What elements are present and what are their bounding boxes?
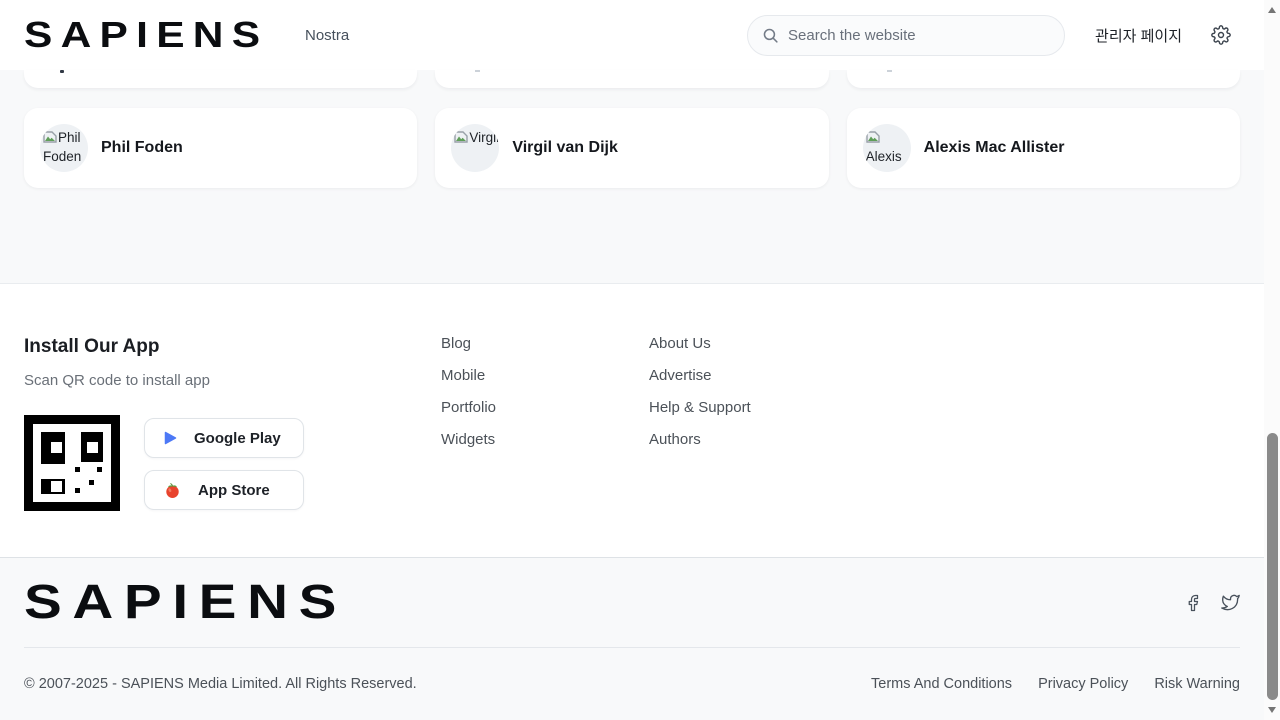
avatar: Phil Foden: [40, 124, 88, 172]
truncated-text-fragment: [60, 70, 64, 73]
install-app-title: Install Our App: [24, 336, 441, 358]
footer-link-about-us[interactable]: About Us: [649, 336, 711, 352]
play-icon: [164, 431, 177, 445]
apple-icon: [164, 482, 181, 499]
google-play-label: Google Play: [194, 430, 281, 447]
footer-link-advertise[interactable]: Advertise: [649, 368, 712, 384]
risk-warning-link[interactable]: Risk Warning: [1154, 676, 1240, 692]
footer: Install Our App Scan QR code to install …: [0, 283, 1264, 557]
scroll-area: SAPIENS Nostra 관리자 페이지: [0, 0, 1264, 720]
broken-image-icon: [43, 131, 57, 143]
avatar-alt-text: Virgil: [469, 130, 499, 145]
facebook-link[interactable]: [1184, 594, 1202, 612]
player-card[interactable]: Phil Foden Phil Foden: [24, 108, 417, 188]
footer-link-mobile[interactable]: Mobile: [441, 368, 485, 384]
player-name: Phil Foden: [101, 139, 183, 157]
navbar-logo-text: SAPIENS: [24, 17, 268, 53]
legal-links: Terms And Conditions Privacy Policy Risk…: [871, 676, 1240, 692]
qr-code-image: [24, 415, 120, 511]
search-icon: [762, 27, 779, 44]
footer-link-authors[interactable]: Authors: [649, 432, 701, 448]
gear-icon: [1211, 25, 1231, 45]
player-card[interactable]: Alexis Alexis Mac Allister: [847, 108, 1240, 188]
player-name: Alexis Mac Allister: [924, 139, 1065, 157]
avatar: Virgil: [451, 124, 499, 172]
scroll-down-button[interactable]: [1268, 707, 1276, 713]
footer-logo[interactable]: SAPIENS: [24, 579, 360, 627]
partial-card[interactable]: [24, 70, 417, 88]
install-app-subtitle: Scan QR code to install app: [24, 372, 441, 389]
social-links: [1184, 593, 1240, 612]
footer-links-column-1: Blog Mobile Portfolio Widgets: [441, 336, 649, 557]
broken-image-icon: [866, 131, 880, 143]
partial-card-row: [24, 70, 1240, 88]
footer-bottom: SAPIENS © 2007-202: [0, 557, 1264, 720]
avatar: Alexis: [863, 124, 911, 172]
page: SAPIENS Nostra 관리자 페이지: [0, 0, 1280, 720]
broken-image-icon: [454, 131, 468, 143]
footer-link-widgets[interactable]: Widgets: [441, 432, 495, 448]
twitter-link[interactable]: [1221, 593, 1240, 612]
search-bar[interactable]: [747, 15, 1065, 56]
privacy-policy-link[interactable]: Privacy Policy: [1038, 676, 1128, 692]
site-name: Nostra: [305, 27, 349, 44]
copyright-text: © 2007-2025 - SAPIENS Media Limited. All…: [24, 676, 417, 692]
player-name: Virgil van Dijk: [512, 139, 618, 157]
partial-card[interactable]: [847, 70, 1240, 88]
google-play-button[interactable]: Google Play: [144, 418, 304, 458]
player-card[interactable]: Virgil Virgil van Dijk: [435, 108, 828, 188]
app-store-label: App Store: [198, 482, 270, 499]
app-store-button[interactable]: App Store: [144, 470, 304, 510]
scrollbar[interactable]: [1264, 0, 1280, 720]
footer-link-blog[interactable]: Blog: [441, 336, 471, 352]
footer-logo-text: SAPIENS: [24, 579, 347, 627]
facebook-icon: [1184, 594, 1202, 612]
admin-page-link[interactable]: 관리자 페이지: [1095, 25, 1182, 46]
partial-card[interactable]: [435, 70, 828, 88]
navbar-logo[interactable]: SAPIENS: [24, 17, 280, 53]
terms-link[interactable]: Terms And Conditions: [871, 676, 1012, 692]
truncated-text-fragment: [887, 70, 892, 72]
search-input[interactable]: [788, 27, 1038, 44]
player-card-row: Phil Foden Phil Foden Virgil Virgil van …: [24, 108, 1240, 188]
scroll-up-button[interactable]: [1268, 7, 1276, 13]
footer-links-column-2: About Us Advertise Help & Support Author…: [649, 336, 857, 557]
truncated-text-fragment: [475, 70, 480, 72]
footer-link-portfolio[interactable]: Portfolio: [441, 400, 496, 416]
scrollbar-thumb[interactable]: [1267, 433, 1278, 700]
settings-button[interactable]: [1211, 25, 1231, 45]
install-app-section: Install Our App Scan QR code to install …: [24, 336, 441, 557]
avatar-alt-text: Alexis: [866, 149, 902, 164]
twitter-icon: [1221, 593, 1240, 612]
navbar: SAPIENS Nostra 관리자 페이지: [0, 0, 1264, 70]
footer-link-help-support[interactable]: Help & Support: [649, 400, 751, 416]
content-area: Phil Foden Phil Foden Virgil Virgil van …: [0, 70, 1264, 283]
